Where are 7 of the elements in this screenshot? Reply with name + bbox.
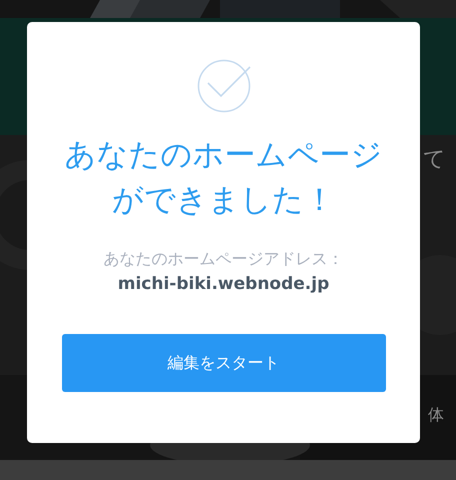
start-editing-button[interactable]: 編集をスタート [62, 334, 386, 392]
address-text: michi-biki.webnode.jp [118, 274, 330, 294]
address-label: あなたのホームページアドレス： [104, 249, 344, 270]
intro-text: て [423, 147, 446, 174]
check-circle-icon [196, 59, 250, 113]
dialog-title: あなたのホームページ ができました！ [64, 136, 382, 220]
side-text: 体 [428, 405, 444, 426]
